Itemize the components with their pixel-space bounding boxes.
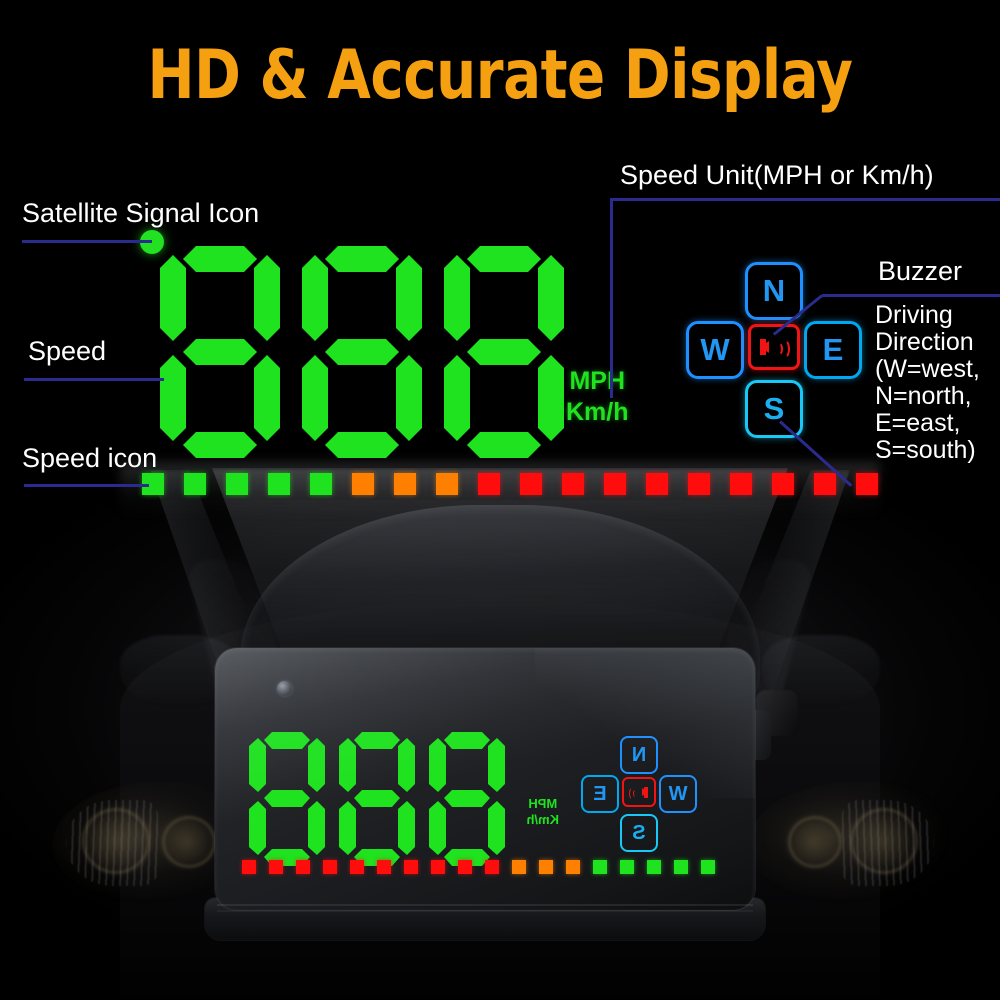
unit-mph: MPH — [569, 367, 626, 395]
leader-speed-icon — [24, 484, 149, 487]
speed-digits — [160, 246, 564, 458]
device-speed-digits — [249, 732, 505, 866]
grille-right — [842, 800, 934, 886]
speed-unit-display: MPH Km/h — [566, 366, 629, 428]
speed-bar-segment-16 — [296, 860, 310, 874]
label-speed-icon: Speed icon — [22, 443, 158, 473]
direction-compass: N W E S — [686, 262, 862, 438]
speed-bar-segment-12 — [604, 473, 626, 495]
speed-bar-segment-18 — [242, 860, 256, 874]
device-speaker-icon — [629, 786, 648, 800]
leader-speed-unit-h — [610, 198, 1000, 201]
light-sensor-icon — [277, 681, 292, 696]
dd-line-2: Direction — [875, 328, 974, 356]
speed-bar-segment-14 — [688, 473, 710, 495]
device-speed-bar — [242, 860, 715, 874]
speed-bar-segment-10 — [520, 473, 542, 495]
label-driving-direction: Driving Direction (W=west, N=north, E=ea… — [875, 302, 1000, 464]
speed-bar-segment-4 — [620, 860, 634, 874]
dd-line-4: N=north, — [875, 382, 972, 410]
speed-digit-1 — [160, 246, 280, 458]
dd-line-6: S=south) — [875, 436, 976, 464]
compass-north: N — [745, 262, 803, 320]
device-unit-mph: MPH — [528, 796, 558, 811]
speed-bar-segment-15 — [323, 860, 337, 874]
device-seam-bottom — [217, 910, 753, 912]
speed-bar-segment-6 — [352, 473, 374, 495]
label-speed-unit: Speed Unit(MPH or Km/h) — [620, 160, 934, 190]
speed-bar-segment-14 — [350, 860, 364, 874]
projected-hud-readout: MPH Km/h N W E S — [0, 0, 1000, 520]
speed-bar-segment-8 — [436, 473, 458, 495]
speed-bar-segment-7 — [539, 860, 553, 874]
compass-south: S — [745, 380, 803, 438]
speed-bar-segment-9 — [478, 473, 500, 495]
device-unit-kmh: Km/h — [526, 812, 560, 827]
grille-left — [66, 800, 158, 886]
speed-bar-segment-5 — [310, 473, 332, 495]
label-satellite-signal: Satellite Signal Icon — [22, 198, 260, 228]
speed-bar-segment-8 — [512, 860, 526, 874]
device-compass-south: S — [620, 814, 658, 852]
device-compass-east: E — [581, 775, 619, 813]
hud-device: N W E S MPH Km/h — [205, 648, 771, 940]
speed-bar-segment-10 — [458, 860, 472, 874]
speaker-icon — [760, 337, 790, 359]
device-screen: N W E S MPH Km/h — [215, 648, 755, 910]
compass-east: E — [804, 321, 862, 379]
speed-bar-segment-3 — [226, 473, 248, 495]
speed-bar-segment-11 — [431, 860, 445, 874]
speed-bar-segment-17 — [269, 860, 283, 874]
leader-speed-unit-v — [610, 198, 613, 398]
speed-bar-segment-17 — [814, 473, 836, 495]
label-speed: Speed — [28, 336, 107, 366]
device-speed-unit: MPH Km/h — [527, 796, 560, 828]
compass-west: W — [686, 321, 744, 379]
speed-digit-3 — [444, 246, 564, 458]
leader-speed — [24, 378, 164, 381]
device-speed-digit-3 — [249, 732, 325, 866]
speed-bar-segment-13 — [646, 473, 668, 495]
speed-bar-segment-13 — [377, 860, 391, 874]
speed-bar — [142, 473, 878, 495]
speed-bar-segment-15 — [730, 473, 752, 495]
device-compass-west: W — [659, 775, 697, 813]
speed-bar-segment-9 — [485, 860, 499, 874]
dd-line-5: E=east, — [875, 409, 961, 437]
speed-bar-segment-12 — [404, 860, 418, 874]
speed-bar-segment-2 — [184, 473, 206, 495]
product-infographic: HD & Accurate Display MPH Km/h N W E S N… — [0, 0, 1000, 1000]
device-speed-digit-2 — [339, 732, 415, 866]
leader-buzzer-h — [822, 294, 1000, 297]
speed-bar-segment-7 — [394, 473, 416, 495]
leader-satellite — [22, 240, 152, 243]
speed-bar-segment-16 — [772, 473, 794, 495]
unit-kmh: Km/h — [566, 398, 629, 426]
label-buzzer: Buzzer — [878, 256, 963, 286]
device-buzzer-icon — [622, 777, 656, 807]
speed-bar-segment-2 — [674, 860, 688, 874]
speed-digit-2 — [302, 246, 422, 458]
device-compass: N W E S — [581, 736, 697, 852]
device-compass-north: N — [620, 736, 658, 774]
device-speed-digit-1 — [429, 732, 505, 866]
speed-bar-segment-4 — [268, 473, 290, 495]
dd-line-3: (W=west, — [875, 355, 980, 383]
speed-bar-segment-5 — [593, 860, 607, 874]
speed-bar-segment-1 — [701, 860, 715, 874]
dd-line-1: Driving — [875, 301, 953, 329]
speed-bar-segment-6 — [566, 860, 580, 874]
speed-bar-segment-3 — [647, 860, 661, 874]
device-seam-top — [217, 904, 753, 906]
speed-bar-segment-18 — [856, 473, 878, 495]
speed-bar-segment-11 — [562, 473, 584, 495]
